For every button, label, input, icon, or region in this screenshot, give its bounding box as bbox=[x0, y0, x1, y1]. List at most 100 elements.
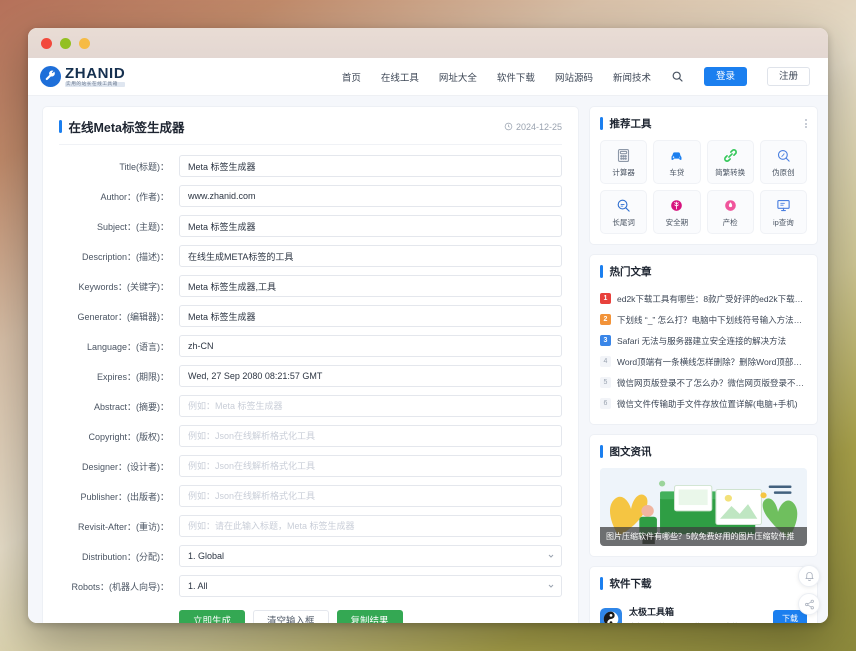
hot-articles-title: 热门文章 bbox=[610, 264, 652, 279]
browser-window: ZHANID 实用的站长在线工具箱 首页 在线工具 网址大全 软件下载 网站源码… bbox=[28, 28, 828, 623]
tool-item-ip-lookup[interactable]: ip查询 bbox=[760, 190, 807, 234]
field-row-abstract: Abstract：(摘要)： bbox=[59, 395, 562, 417]
field-row-copyright: Copyright：(版权)： bbox=[59, 425, 562, 447]
rank-badge: 2 bbox=[600, 314, 611, 325]
tool-item-car-loan[interactable]: 车贷 bbox=[653, 140, 700, 184]
subject-input[interactable] bbox=[179, 215, 562, 237]
software-description: 太极工具箱app是一款工具聚合软… bbox=[629, 621, 766, 623]
field-label-designer: Designer：(设计者)： bbox=[59, 460, 179, 473]
field-label-subject: Subject：(主题)： bbox=[59, 220, 179, 233]
tool-label: 长尾词 bbox=[602, 217, 645, 228]
field-row-author: Author：(作者)： bbox=[59, 185, 562, 207]
software-downloads-card: 软件下载 太极工具箱 太极工具箱app是一款工具聚合软… 下载 bbox=[589, 566, 818, 623]
article-title: Word顶端有一条横线怎样删除？删除Word顶部横… bbox=[617, 356, 807, 368]
publisher-input[interactable] bbox=[179, 485, 562, 507]
list-item[interactable]: 1 ed2k下载工具有哪些：8款广受好评的ed2k下载工… bbox=[600, 288, 807, 309]
field-label-description: Description：(描述)： bbox=[59, 250, 179, 263]
field-row-keywords: Keywords：(关键字)： bbox=[59, 275, 562, 297]
page-title: 在线Meta标签生成器 bbox=[69, 117, 185, 136]
news-caption: 图片压缩软件有哪些？5款免费好用的图片压缩软件推 bbox=[600, 527, 807, 546]
card-header: 在线Meta标签生成器 2024-12-25 bbox=[59, 117, 562, 145]
copy-result-button[interactable]: 复制结果 bbox=[337, 610, 403, 623]
field-label-robots: Robots：(机器人向导)： bbox=[59, 580, 179, 593]
share-icon[interactable] bbox=[798, 593, 820, 615]
meta-generator-card: 在线Meta标签生成器 2024-12-25 Title(标题)： Auth bbox=[42, 106, 579, 623]
title-accent-bar bbox=[600, 117, 603, 130]
expires-input[interactable] bbox=[179, 365, 562, 387]
news-thumbnail[interactable]: 图片压缩软件有哪些？5款免费好用的图片压缩软件推 bbox=[600, 468, 807, 546]
tool-label: 计算器 bbox=[602, 167, 645, 178]
floating-action-buttons bbox=[798, 565, 820, 615]
list-item[interactable]: 太极工具箱 太极工具箱app是一款工具聚合软… 下载 bbox=[600, 600, 807, 623]
field-row-title: Title(标题)： bbox=[59, 155, 562, 177]
field-row-subject: Subject：(主题)： bbox=[59, 215, 562, 237]
magnifier-icon bbox=[762, 147, 805, 164]
software-downloads-title: 软件下载 bbox=[610, 576, 652, 591]
register-button[interactable]: 注册 bbox=[767, 67, 810, 87]
field-row-publisher: Publisher：(出版者)： bbox=[59, 485, 562, 507]
baby-icon bbox=[709, 197, 752, 214]
generator-input[interactable] bbox=[179, 305, 562, 327]
window-minimize-button[interactable] bbox=[79, 38, 90, 49]
designer-input[interactable] bbox=[179, 455, 562, 477]
rank-badge: 6 bbox=[600, 398, 611, 409]
site-logo[interactable]: ZHANID 实用的站长在线工具箱 bbox=[40, 66, 125, 88]
link-icon bbox=[709, 147, 752, 164]
login-button[interactable]: 登录 bbox=[704, 67, 747, 87]
author-input[interactable] bbox=[179, 185, 562, 207]
keywords-input[interactable] bbox=[179, 275, 562, 297]
taiji-toolbox-icon bbox=[600, 608, 622, 624]
tool-item-prenatal-checkup[interactable]: 产检 bbox=[707, 190, 754, 234]
search-doc-icon bbox=[602, 197, 645, 214]
window-maximize-button[interactable] bbox=[60, 38, 71, 49]
list-item[interactable]: 4 Word顶端有一条横线怎样删除？删除Word顶部横… bbox=[600, 351, 807, 372]
window-close-button[interactable] bbox=[41, 38, 52, 49]
kebab-menu-icon[interactable] bbox=[805, 119, 807, 128]
field-row-language: Language：(语言)： bbox=[59, 335, 562, 357]
nav-item-sites[interactable]: 网址大全 bbox=[439, 70, 477, 84]
list-item[interactable]: 3 Safari 无法与服务器建立安全连接的解决方法 bbox=[600, 330, 807, 351]
tool-item-safe-period[interactable]: 安全期 bbox=[653, 190, 700, 234]
search-icon[interactable] bbox=[671, 70, 684, 83]
recommended-tools-title: 推荐工具 bbox=[610, 116, 652, 131]
nav-item-home[interactable]: 首页 bbox=[342, 70, 361, 84]
clock-icon bbox=[504, 122, 513, 131]
nav-item-tools[interactable]: 在线工具 bbox=[381, 70, 419, 84]
robots-select[interactable]: 1. All bbox=[179, 575, 562, 597]
tool-label: 产检 bbox=[709, 217, 752, 228]
clear-button[interactable]: 清空输入框 bbox=[253, 610, 329, 623]
language-input[interactable] bbox=[179, 335, 562, 357]
copyright-input[interactable] bbox=[179, 425, 562, 447]
tool-item-chinese-convert[interactable]: 简繁转换 bbox=[707, 140, 754, 184]
tool-item-pseudo-original[interactable]: 伪原创 bbox=[760, 140, 807, 184]
recommended-tools-card: 推荐工具 计算器 bbox=[589, 106, 818, 245]
field-label-revisit-after: Revisit-After：(重访)： bbox=[59, 520, 179, 533]
field-label-abstract: Abstract：(摘要)： bbox=[59, 400, 179, 413]
hot-articles-list: 1 ed2k下载工具有哪些：8款广受好评的ed2k下载工… 2 下划线 “_” … bbox=[600, 288, 807, 414]
list-item[interactable]: 6 微信文件传输助手文件存放位置详解(电脑+手机) bbox=[600, 393, 807, 414]
title-input[interactable] bbox=[179, 155, 562, 177]
distribution-select[interactable]: 1. Global bbox=[179, 545, 562, 567]
list-item[interactable]: 2 下划线 “_” 怎么打？电脑中下划线符号输入方法… bbox=[600, 309, 807, 330]
nav-item-news[interactable]: 新闻技术 bbox=[613, 70, 651, 84]
generate-button[interactable]: 立即生成 bbox=[179, 610, 245, 623]
meta-form: Title(标题)： Author：(作者)： Subject：(主题)： bbox=[59, 155, 562, 623]
nav-item-software[interactable]: 软件下载 bbox=[497, 70, 535, 84]
bell-icon[interactable] bbox=[798, 565, 820, 587]
software-downloads-header: 软件下载 bbox=[600, 576, 807, 591]
wrench-icon bbox=[40, 66, 61, 87]
list-item[interactable]: 5 微信网页版登录不了怎么办？微信网页版登录不了… bbox=[600, 372, 807, 393]
abstract-input[interactable] bbox=[179, 395, 562, 417]
nav-item-source[interactable]: 网站源码 bbox=[555, 70, 593, 84]
article-title: ed2k下载工具有哪些：8款广受好评的ed2k下载工… bbox=[617, 293, 807, 305]
field-label-copyright: Copyright：(版权)： bbox=[59, 430, 179, 443]
revisit-after-input[interactable] bbox=[179, 515, 562, 537]
tool-label: 车贷 bbox=[655, 167, 698, 178]
description-input[interactable] bbox=[179, 245, 562, 267]
software-name: 太极工具箱 bbox=[629, 605, 766, 618]
tool-item-calculator[interactable]: 计算器 bbox=[600, 140, 647, 184]
hot-articles-header: 热门文章 bbox=[600, 264, 807, 279]
field-row-description: Description：(描述)： bbox=[59, 245, 562, 267]
monitor-icon bbox=[762, 197, 805, 214]
tool-item-long-tail-keyword[interactable]: 长尾词 bbox=[600, 190, 647, 234]
